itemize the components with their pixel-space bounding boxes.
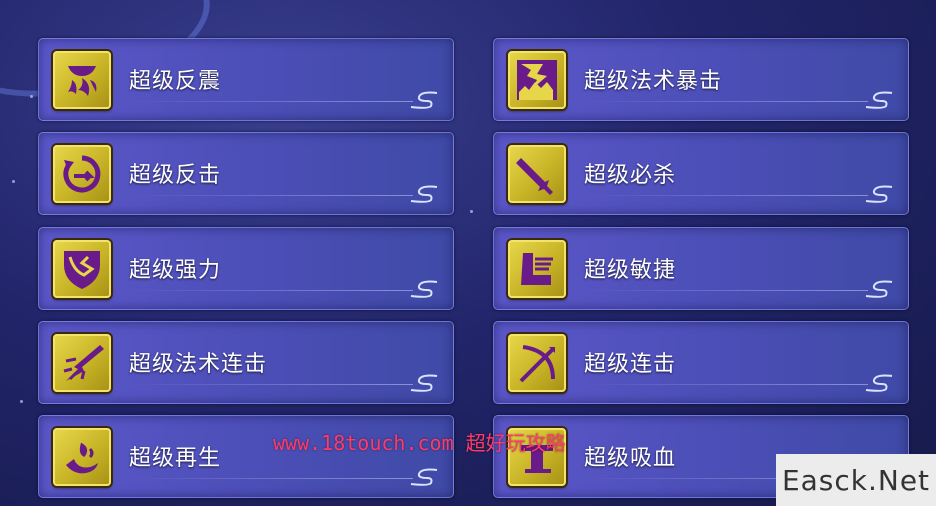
divider <box>584 195 868 196</box>
curl-icon <box>410 468 438 486</box>
skill-card-3[interactable]: 超级必杀 <box>493 132 909 215</box>
broken-shield-icon <box>53 240 111 298</box>
skill-name: 超级反震 <box>129 69 222 94</box>
lightning-icon <box>508 51 566 109</box>
winged-boot-icon <box>508 240 566 298</box>
divider <box>584 290 868 291</box>
skill-card-7[interactable]: 超级连击 <box>493 321 909 404</box>
curl-icon <box>865 185 893 203</box>
site-badge: Easck.Net <box>776 454 936 506</box>
regen-icon <box>53 428 111 486</box>
skill-name: 超级法术连击 <box>129 352 268 377</box>
curl-icon <box>410 374 438 392</box>
divider <box>129 478 413 479</box>
curl-icon <box>410 185 438 203</box>
divider <box>129 195 413 196</box>
skill-name: 超级强力 <box>129 258 222 283</box>
skill-name: 超级反击 <box>129 163 222 188</box>
divider <box>129 101 413 102</box>
skill-name: 超级吸血 <box>584 446 677 471</box>
skill-name: 超级连击 <box>584 352 677 377</box>
watermark-text: www.18touch.com 超好玩攻略 <box>273 431 566 455</box>
curl-icon <box>865 374 893 392</box>
counter-arrow-icon <box>53 145 111 203</box>
curl-icon <box>865 91 893 109</box>
background-star <box>30 95 33 98</box>
skill-card-5[interactable]: 超级敏捷 <box>493 227 909 310</box>
skill-name: 超级必杀 <box>584 163 677 188</box>
flame-pot-icon <box>53 51 111 109</box>
skill-card-4[interactable]: 超级强力 <box>38 227 454 310</box>
curl-icon <box>865 280 893 298</box>
crossed-bow-icon <box>508 334 566 392</box>
skill-card-0[interactable]: 超级反震 <box>38 38 454 121</box>
sword-icon <box>508 145 566 203</box>
skill-name: 超级敏捷 <box>584 258 677 283</box>
skill-card-1[interactable]: 超级法术暴击 <box>493 38 909 121</box>
background-star <box>470 210 473 213</box>
divider <box>129 384 413 385</box>
skill-card-2[interactable]: 超级反击 <box>38 132 454 215</box>
curl-icon <box>410 91 438 109</box>
curl-icon <box>410 280 438 298</box>
skill-name: 超级法术暴击 <box>584 69 723 94</box>
background-star <box>20 400 23 403</box>
background-star <box>12 180 15 183</box>
divider <box>129 290 413 291</box>
skill-name: 超级再生 <box>129 446 222 471</box>
skill-card-6[interactable]: 超级法术连击 <box>38 321 454 404</box>
magic-burst-icon <box>53 334 111 392</box>
divider <box>584 384 868 385</box>
divider <box>584 101 868 102</box>
